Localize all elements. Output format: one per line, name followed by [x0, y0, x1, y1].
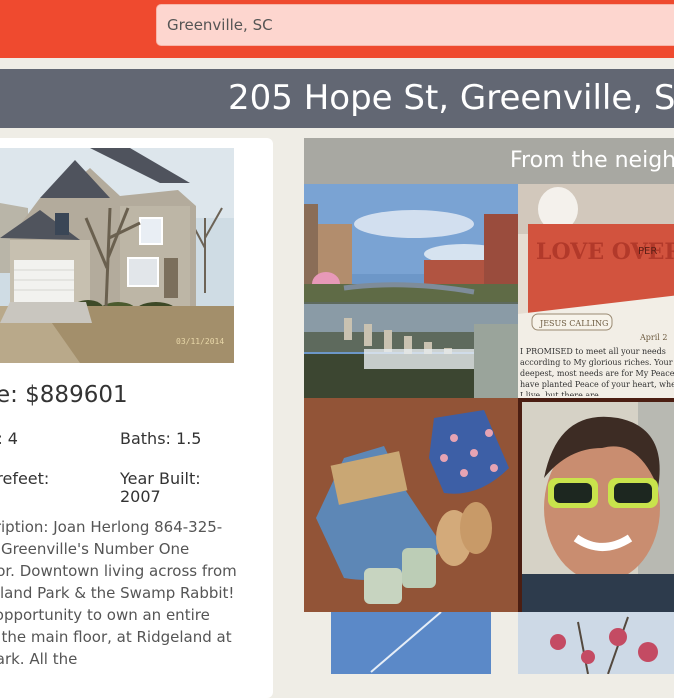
neighborhood-header: From the neighborhood	[304, 138, 674, 184]
neighborhood-photo-sky[interactable]	[331, 612, 491, 674]
page-title: 205 Hope St, Greenville, SC	[228, 78, 674, 118]
book-title-text: JESUS CALLING	[539, 319, 608, 328]
book-cover-right-text: PER	[638, 246, 657, 257]
neighborhood-photo-book[interactable]: LOVE OVER PER JESUS CALLING April 2 I PR…	[518, 184, 674, 398]
listing-description: Description: Joan Herlong 864-325-7512 G…	[0, 518, 237, 668]
neighborhood-heading: From the neighborhood	[510, 148, 674, 173]
search-input[interactable]	[156, 4, 674, 46]
neighborhood-photo-tree[interactable]	[518, 612, 674, 674]
neighborhood-photo-portrait[interactable]	[518, 398, 674, 612]
neighborhood-photo-river[interactable]	[304, 184, 518, 398]
beds-stat: Beds: 4	[0, 429, 18, 448]
address-banner: 205 Hope St, Greenville, SC	[0, 69, 674, 128]
year-built-label: Year Built:	[120, 469, 201, 488]
house-photo: 03/11/2014	[0, 148, 234, 363]
listing-details-card: 03/11/2014 Price: $889601 Beds: 4 Baths:…	[0, 138, 273, 698]
year-built-value: 2007	[120, 487, 161, 506]
baths-stat: Baths: 1.5	[120, 429, 202, 448]
book-date-text: April 2	[639, 333, 667, 342]
photo-date-stamp: 03/11/2014	[176, 337, 224, 346]
listing-price: Price: $889601	[0, 382, 128, 408]
book-verse-text: I PROMISED to meet all your needs accord…	[520, 347, 674, 396]
neighborhood-photo-clothes[interactable]	[304, 398, 518, 612]
squarefeet-label: Squarefeet:	[0, 469, 50, 488]
